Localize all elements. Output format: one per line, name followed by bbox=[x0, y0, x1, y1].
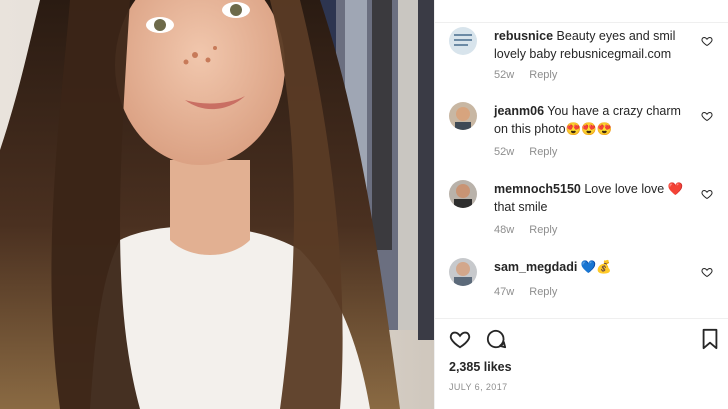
reply-button[interactable]: Reply bbox=[529, 146, 557, 158]
heart-icon[interactable] bbox=[449, 328, 471, 350]
avatar[interactable] bbox=[449, 258, 477, 286]
comment-age: 52w bbox=[494, 69, 515, 81]
reply-button[interactable]: Reply bbox=[529, 69, 557, 81]
heart-icon[interactable] bbox=[701, 110, 713, 122]
comment-icon[interactable] bbox=[485, 328, 507, 350]
comment-age: 48w bbox=[494, 224, 515, 236]
likes-count[interactable]: 2,385 likes bbox=[449, 360, 512, 374]
bookmark-icon[interactable] bbox=[700, 328, 720, 350]
divider bbox=[435, 22, 728, 23]
comment-text-block: jeanm06 You have a crazy charm on this p… bbox=[494, 102, 694, 138]
avatar[interactable] bbox=[449, 27, 477, 55]
heart-icon[interactable] bbox=[701, 188, 713, 200]
reply-button[interactable]: Reply bbox=[529, 286, 557, 298]
comment-username[interactable]: rebusnice bbox=[494, 29, 553, 43]
comment-body: 💙💰 bbox=[580, 260, 612, 274]
comment-age: 52w bbox=[494, 146, 515, 158]
comment-age: 47w bbox=[494, 286, 515, 298]
heart-icon[interactable] bbox=[701, 266, 713, 278]
avatar[interactable] bbox=[449, 102, 477, 130]
reply-button[interactable]: Reply bbox=[529, 224, 557, 236]
comment-username[interactable]: jeanm06 bbox=[494, 104, 544, 118]
post-date[interactable]: JULY 6, 2017 bbox=[449, 382, 508, 392]
post-image bbox=[0, 0, 434, 409]
comment-text-block: rebusnice Beauty eyes and smil lovely ba… bbox=[494, 27, 694, 63]
avatar[interactable] bbox=[449, 180, 477, 208]
comment-text-block: memnoch5150 Love love love ❤️ that smile bbox=[494, 180, 694, 216]
heart-icon[interactable] bbox=[701, 35, 713, 47]
post-photo[interactable] bbox=[0, 0, 434, 409]
comment-meta: 48w Reply bbox=[494, 224, 569, 236]
comment-meta: 47w Reply bbox=[494, 286, 569, 298]
comment-username[interactable]: sam_megdadi bbox=[494, 260, 577, 274]
comments-panel: rebusnice Beauty eyes and smil lovely ba… bbox=[434, 0, 728, 409]
divider bbox=[435, 318, 728, 319]
comment-username[interactable]: memnoch5150 bbox=[494, 182, 581, 196]
comment-meta: 52w Reply bbox=[494, 69, 569, 81]
comment-text-block: sam_megdadi 💙💰 bbox=[494, 258, 694, 276]
comment-meta: 52w Reply bbox=[494, 146, 569, 158]
